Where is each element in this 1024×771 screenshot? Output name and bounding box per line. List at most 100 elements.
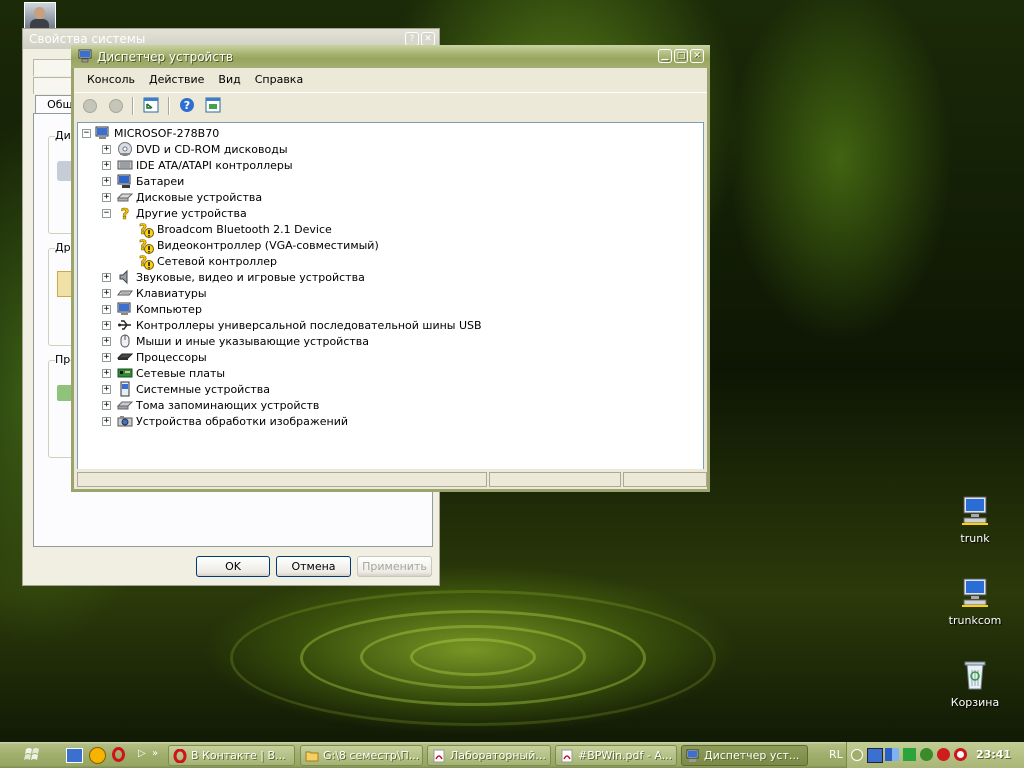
- tree-category[interactable]: + Дисковые устройства: [102, 189, 262, 205]
- expand-icon[interactable]: +: [102, 336, 111, 346]
- menu-console[interactable]: Консоль: [80, 73, 142, 86]
- toolbar: ?: [74, 92, 707, 119]
- expand-icon[interactable]: +: [102, 288, 111, 298]
- collapse-icon[interactable]: −: [102, 208, 111, 218]
- expand-icon[interactable]: +: [102, 352, 111, 362]
- status-bar: [74, 469, 707, 489]
- device-manager-window[interactable]: Диспетчер устройств ▁ □ ✕ Консоль Действ…: [71, 45, 710, 492]
- back-button[interactable]: [80, 96, 100, 116]
- window-title: Свойства системы: [29, 32, 146, 46]
- expand-icon[interactable]: +: [102, 416, 111, 426]
- windows-logo-icon: [24, 748, 39, 760]
- antivirus-tray-icon[interactable]: [903, 748, 916, 761]
- ok-button[interactable]: OK: [196, 556, 270, 577]
- tree-category-label: Системные устройства: [136, 382, 270, 396]
- show-desktop-icon[interactable]: [66, 748, 83, 763]
- quicklaunch-more-icon[interactable]: »: [152, 748, 158, 759]
- tree-category-label: Батареи: [136, 174, 185, 188]
- network-tray-icon[interactable]: [867, 748, 883, 763]
- language-indicator[interactable]: RL: [829, 748, 843, 761]
- tree-device[interactable]: ? Сетевой контроллер: [136, 253, 277, 271]
- help-icon: ?: [180, 98, 194, 112]
- taskbar-button[interactable]: Лабораторный...: [427, 745, 551, 766]
- quicklaunch-expand-icon[interactable]: ▷: [138, 748, 146, 759]
- help-button[interactable]: ?: [405, 32, 419, 46]
- network-computer-icon: [958, 576, 992, 610]
- expand-icon[interactable]: +: [102, 272, 111, 282]
- security-tray-icon[interactable]: [920, 748, 933, 761]
- opera-icon[interactable]: [112, 747, 125, 762]
- expand-icon[interactable]: +: [102, 400, 111, 410]
- close-button[interactable]: ✕: [690, 49, 704, 63]
- tree-category[interactable]: + Процессоры: [102, 349, 207, 365]
- tree-category[interactable]: + Звуковые, видео и игровые устройства: [102, 269, 365, 285]
- signal-tray-icon[interactable]: [885, 748, 899, 761]
- tree-category[interactable]: + Сетевые платы: [102, 365, 225, 381]
- tree-category[interactable]: −? Другие устройства: [102, 205, 247, 223]
- expand-icon[interactable]: +: [102, 192, 111, 202]
- tree-category-label: Дисковые устройства: [136, 190, 263, 204]
- menu-help[interactable]: Справка: [248, 73, 310, 86]
- tree-device-label: Сетевой контроллер: [157, 254, 277, 268]
- tree-category-label: Контроллеры универсальной последовательн…: [136, 318, 482, 332]
- properties-button[interactable]: [204, 96, 224, 116]
- tree-category[interactable]: + Батареи: [102, 173, 184, 189]
- device-tree[interactable]: − MICROSOF-278B70 + DVD и CD-ROM дисковод…: [77, 122, 704, 470]
- tree-device[interactable]: ? Broadcom Bluetooth 2.1 Device: [136, 221, 332, 239]
- tree-category[interactable]: + Компьютер: [102, 301, 202, 317]
- expand-icon[interactable]: +: [102, 144, 111, 154]
- desktop-icon-trunk[interactable]: trunk: [940, 494, 1010, 545]
- tree-category[interactable]: + Системные устройства: [102, 381, 270, 397]
- taskbar-button[interactable]: G:\8 семестр\П...: [300, 745, 423, 766]
- tree-category-label: Другие устройства: [136, 206, 247, 220]
- forward-button[interactable]: [106, 96, 126, 116]
- minimize-button[interactable]: ▁: [658, 49, 672, 63]
- maximize-button[interactable]: □: [674, 49, 688, 63]
- tree-device[interactable]: ? Видеоконтроллер (VGA-совместимый): [136, 237, 379, 255]
- wallpaper-ripple: [230, 590, 716, 726]
- avatar[interactable]: [24, 2, 56, 30]
- taskbar-button[interactable]: В Контакте | В...: [168, 745, 295, 766]
- expand-icon[interactable]: +: [102, 320, 111, 330]
- expand-icon[interactable]: +: [102, 160, 111, 170]
- expand-icon[interactable]: +: [102, 304, 111, 314]
- expand-icon[interactable]: +: [102, 176, 111, 186]
- close-button[interactable]: ✕: [421, 32, 435, 46]
- tree-root[interactable]: − MICROSOF-278B70: [82, 125, 219, 141]
- collapse-icon[interactable]: −: [82, 128, 91, 138]
- apply-button[interactable]: Применить: [357, 556, 432, 577]
- taskbar-button[interactable]: Диспетчер уст...: [681, 745, 808, 766]
- taskbar-button[interactable]: #BPWin.pdf - A...: [555, 745, 677, 766]
- ide-controller-icon: [117, 157, 133, 173]
- quicklaunch-app-icon[interactable]: [89, 747, 106, 764]
- battery-icon: [117, 173, 133, 189]
- menu-action[interactable]: Действие: [142, 73, 211, 86]
- expand-icon[interactable]: +: [102, 384, 111, 394]
- expand-icon[interactable]: +: [102, 368, 111, 378]
- desktop-icon-label: trunk: [960, 532, 990, 545]
- imaging-device-icon: [117, 413, 133, 429]
- help-button[interactable]: ?: [178, 96, 198, 116]
- tree-category[interactable]: + IDE ATA/ATAPI контроллеры: [102, 157, 293, 173]
- cancel-button[interactable]: Отмена: [276, 556, 351, 577]
- clock[interactable]: 23:41: [976, 748, 1011, 761]
- usb-icon: [117, 317, 133, 333]
- properties-icon: [205, 97, 221, 113]
- tree-category[interactable]: + Устройства обработки изображений: [102, 413, 348, 429]
- messenger-tray-icon[interactable]: [937, 748, 950, 761]
- device-manager-titlebar[interactable]: Диспетчер устройств ▁ □ ✕: [71, 45, 710, 68]
- taskbar-button-label: В Контакте | В...: [191, 749, 286, 762]
- desktop-icon-recycle-bin[interactable]: Корзина: [940, 658, 1010, 709]
- start-button[interactable]: [0, 742, 54, 768]
- tree-category[interactable]: + DVD и CD-ROM дисководы: [102, 141, 288, 157]
- opera-tray-icon[interactable]: [954, 748, 967, 761]
- tree-category[interactable]: + Тома запоминающих устройств: [102, 397, 319, 413]
- tray-expand-icon[interactable]: [851, 749, 863, 761]
- tree-category[interactable]: + Клавиатуры: [102, 285, 207, 301]
- tree-category[interactable]: + Мыши и иные указывающие устройства: [102, 333, 369, 349]
- tree-category[interactable]: + Контроллеры универсальной последователь…: [102, 317, 482, 333]
- tab-general-label: Общ: [47, 98, 73, 111]
- menu-view[interactable]: Вид: [211, 73, 247, 86]
- desktop-icon-trunkcom[interactable]: trunkcom: [940, 576, 1010, 627]
- console-tree-button[interactable]: [142, 96, 162, 116]
